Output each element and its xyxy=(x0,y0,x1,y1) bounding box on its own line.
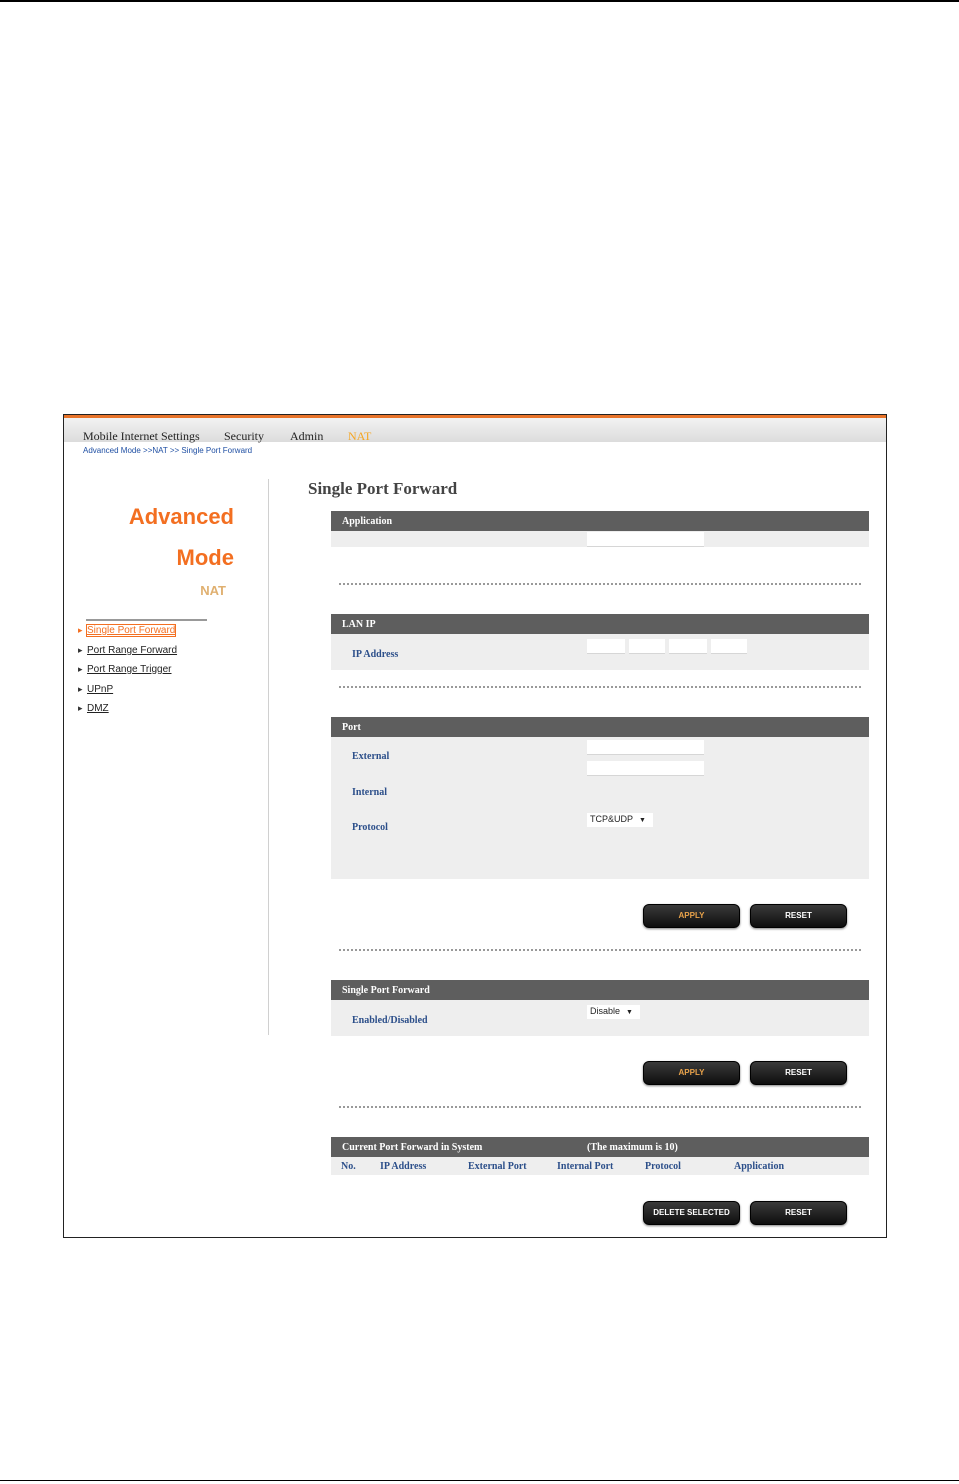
column-header-application: Application xyxy=(734,1161,785,1172)
apply-button[interactable]: APPLY xyxy=(643,1061,740,1085)
column-header-ip-address: IP Address xyxy=(380,1161,427,1172)
nav-item-admin[interactable]: Admin xyxy=(290,429,323,444)
section-header-label: Application xyxy=(342,516,393,527)
ip-address-label: IP Address xyxy=(352,649,399,660)
enabled-disabled-select[interactable]: Disable ▼ xyxy=(587,1005,640,1019)
page-bottom-rule xyxy=(0,1480,959,1481)
page-title: Single Port Forward xyxy=(308,479,458,498)
section-header-label: Single Port Forward xyxy=(342,985,430,996)
sidebar-divider xyxy=(86,619,207,621)
enabled-disabled-label: Enabled/Disabled xyxy=(352,1015,428,1026)
reset-button[interactable]: RESET xyxy=(750,1061,847,1085)
lan-ip-section-body: IP Address xyxy=(331,634,869,670)
single-port-forward-section-body: Enabled/Disabled Disable ▼ xyxy=(331,1000,869,1036)
protocol-label: Protocol xyxy=(352,822,388,833)
protocol-select-value: TCP&UDP xyxy=(590,814,634,824)
dropdown-arrow-icon: ▼ xyxy=(626,1009,633,1016)
section-header-label: LAN IP xyxy=(342,619,376,630)
current-port-forward-header: Current Port Forward in System (The maxi… xyxy=(331,1137,869,1157)
column-header-external-port: External Port xyxy=(468,1161,527,1172)
sidebar-item-label[interactable]: Port Range Trigger xyxy=(87,664,172,675)
reset-button[interactable]: RESET xyxy=(750,1201,847,1225)
bullet-icon: ▸ xyxy=(78,664,83,674)
sidebar-title-line2: Mode xyxy=(176,545,234,570)
port-section-body: External Internal Protocol TCP&UDP ▼ xyxy=(331,737,869,879)
breadcrumb: Advanced Mode >>NAT >> Single Port Forwa… xyxy=(83,446,253,455)
section-divider xyxy=(339,1106,861,1108)
section-divider xyxy=(339,583,861,585)
external-port-label: External xyxy=(352,751,390,762)
current-port-forward-table-header: No. IP Address External Port Internal Po… xyxy=(331,1157,869,1175)
delete-selected-button[interactable]: DELETE SELECTED xyxy=(643,1201,740,1225)
column-header-internal-port: Internal Port xyxy=(557,1161,614,1172)
column-header-protocol: Protocol xyxy=(645,1161,681,1172)
application-section-body xyxy=(331,531,869,547)
reset-button[interactable]: RESET xyxy=(750,904,847,928)
sidebar-subtitle: NAT xyxy=(200,583,226,598)
application-input[interactable] xyxy=(587,532,704,547)
ip-octet-1-input[interactable] xyxy=(587,639,625,654)
application-section-header: Application xyxy=(331,511,869,531)
sidebar-item-label[interactable]: UPnP xyxy=(87,684,113,695)
router-admin-screenshot: Mobile Internet Settings Security Admin … xyxy=(63,414,887,1238)
bullet-icon: ▸ xyxy=(78,703,83,713)
nav-item-mobile-internet-settings[interactable]: Mobile Internet Settings xyxy=(83,429,200,444)
apply-button[interactable]: APPLY xyxy=(643,904,740,928)
ip-octet-2-input[interactable] xyxy=(629,639,665,654)
lan-ip-section-header: LAN IP xyxy=(331,614,869,634)
bullet-icon: ▸ xyxy=(78,645,83,655)
section-divider xyxy=(339,949,861,951)
bullet-icon: ▸ xyxy=(78,625,83,635)
section-header-label: Current Port Forward in System xyxy=(342,1142,483,1153)
bullet-icon: ▸ xyxy=(78,684,83,694)
sidebar-item-label[interactable]: DMZ xyxy=(87,703,109,714)
page-top-rule xyxy=(0,0,959,2)
internal-port-input[interactable] xyxy=(587,761,704,776)
dropdown-arrow-icon: ▼ xyxy=(639,817,646,824)
section-divider xyxy=(339,686,861,688)
ip-octet-3-input[interactable] xyxy=(669,639,707,654)
maximum-note: (The maximum is 10) xyxy=(587,1142,678,1153)
section-header-label: Port xyxy=(342,722,361,733)
protocol-select[interactable]: TCP&UDP ▼ xyxy=(587,813,653,827)
nav-item-nat[interactable]: NAT xyxy=(348,429,371,444)
external-port-input[interactable] xyxy=(587,740,704,755)
sidebar-item-label[interactable]: Port Range Forward xyxy=(87,645,177,656)
sidebar-vertical-divider xyxy=(268,479,269,1035)
ip-octet-4-input[interactable] xyxy=(711,639,747,654)
top-navigation-bar: Mobile Internet Settings Security Admin … xyxy=(64,415,886,444)
single-port-forward-section-header: Single Port Forward xyxy=(331,980,869,1000)
column-header-no: No. xyxy=(341,1161,356,1172)
internal-port-label: Internal xyxy=(352,787,387,798)
port-section-header: Port xyxy=(331,717,869,737)
sidebar-item-label[interactable]: Single Port Forward xyxy=(85,624,177,637)
enabled-select-value: Disable xyxy=(590,1006,621,1016)
nav-item-security[interactable]: Security xyxy=(224,429,264,444)
sidebar-title-line1: Advanced xyxy=(128,504,234,529)
